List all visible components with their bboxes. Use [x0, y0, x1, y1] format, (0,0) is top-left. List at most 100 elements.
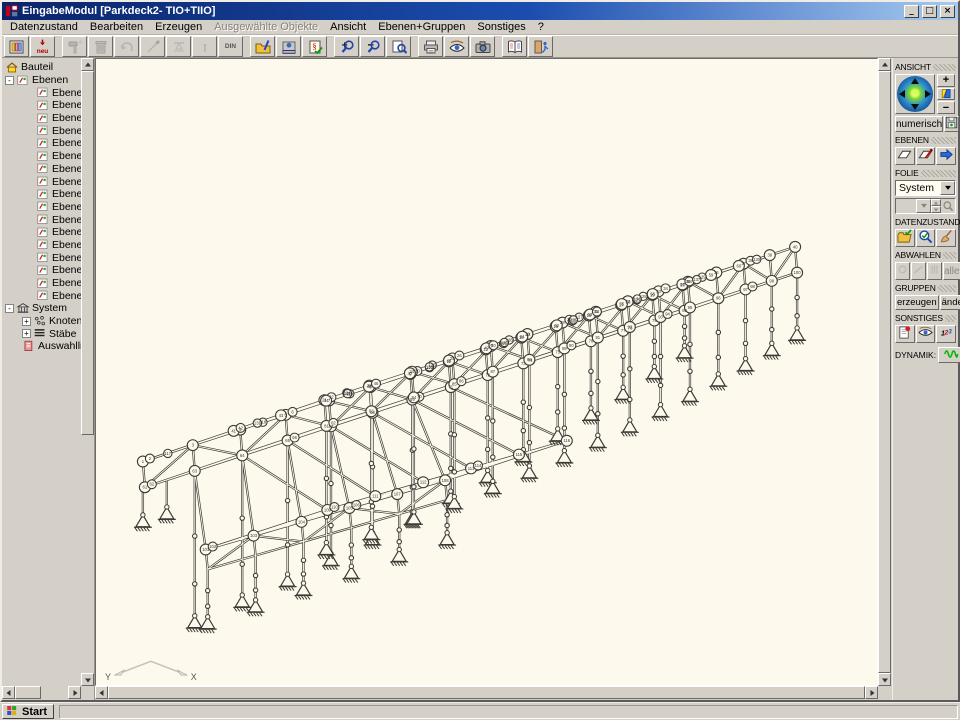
tree-item-ebene-3[interactable]: Ebene 3 [2, 112, 81, 125]
deselect-nodes-button [895, 262, 910, 280]
tree-item-ebenen[interactable]: -Ebenen [2, 74, 81, 87]
numeric-view-button[interactable]: numerisch [895, 116, 943, 132]
zoom-in-button[interactable]: + [334, 36, 359, 57]
menu-item-5[interactable]: Ebenen+Gruppen [372, 21, 471, 33]
tree-item-ebene-17[interactable]: Ebene 17 [2, 289, 81, 302]
group-create-button[interactable]: erzeugen [895, 295, 939, 310]
rotate-up-icon[interactable] [911, 78, 919, 84]
page-pink-icon [22, 340, 36, 353]
folie-combobox[interactable]: System [895, 180, 956, 196]
measure-button[interactable] [276, 36, 301, 57]
tree-item-ebene-15[interactable]: Ebene 15 [2, 264, 81, 277]
svg-text:39: 39 [767, 253, 772, 258]
minimize-button[interactable]: _ [904, 5, 919, 18]
menu-item-2[interactable]: Erzeugen [149, 21, 208, 33]
state-clean-button[interactable] [936, 229, 956, 247]
tree-item-knoten[interactable]: +Knoten [2, 315, 81, 328]
tree-item-ebene-11[interactable]: Ebene 11 [2, 213, 81, 226]
zoom-out-button[interactable]: − [937, 101, 955, 114]
state-check-button[interactable] [916, 229, 936, 247]
svg-text:33: 33 [656, 289, 661, 294]
tree-item-ebene-5[interactable]: Ebene 5 [2, 137, 81, 150]
draw-member-button [140, 36, 165, 57]
manual-button[interactable] [502, 36, 527, 57]
tree-expander[interactable]: + [22, 317, 31, 326]
tree-expander[interactable]: - [5, 304, 14, 313]
tree-item-ebene-2[interactable]: Ebene 2 [2, 99, 81, 112]
zoom-out-button[interactable]: − [360, 36, 385, 57]
folie-dropdown-icon[interactable] [940, 181, 955, 195]
view-rotate-control[interactable] [895, 74, 935, 114]
display-options-button[interactable] [916, 325, 936, 343]
arrow-right-icon [939, 147, 954, 165]
rotate-left-icon[interactable] [899, 90, 905, 98]
undo-icon [119, 39, 135, 55]
plane-edit-button[interactable] [916, 147, 936, 165]
rotate-down-icon[interactable] [911, 104, 919, 110]
canvas-vertical-scrollbar[interactable] [878, 58, 892, 686]
svg-text:117: 117 [164, 451, 171, 456]
tree-item-ebene-16[interactable]: Ebene 16 [2, 277, 81, 290]
tree-item-system[interactable]: -System [2, 302, 81, 315]
new-button[interactable]: neu [30, 36, 55, 57]
view-button[interactable] [444, 36, 469, 57]
iso-view-button[interactable] [937, 88, 955, 101]
numbering-button[interactable]: 123 [936, 325, 956, 343]
maximize-button[interactable]: □ [922, 5, 937, 18]
tree-expander[interactable]: + [22, 329, 31, 338]
save-view-button[interactable] [944, 116, 959, 132]
tree-item-label: Ebene 9 [52, 188, 81, 200]
norms-button[interactable]: § [302, 36, 327, 57]
svg-text:63: 63 [192, 468, 197, 473]
dynamik-button[interactable] [938, 347, 960, 363]
folder-edit-button[interactable] [250, 36, 275, 57]
tree-item-label: Ebene 6 [52, 150, 81, 162]
zoom-in-button[interactable]: + [937, 74, 955, 87]
print-button[interactable] [418, 36, 443, 57]
folie-selected-value: System [896, 181, 940, 195]
tree-vertical-scrollbar[interactable] [81, 58, 94, 686]
tree-item-ebene-12[interactable]: Ebene 12 [2, 226, 81, 239]
tree-item-ebene-7[interactable]: Ebene 7 [2, 163, 81, 176]
tree-item-ebene-4[interactable]: Ebene 4 [2, 124, 81, 137]
tree-item-auswahlliste[interactable]: Auswahlliste [2, 340, 81, 353]
svg-text:40: 40 [793, 244, 798, 249]
tree-item-ebene-13[interactable]: Ebene 13 [2, 239, 81, 252]
state-load-button[interactable] [895, 229, 915, 247]
tree-item-ebene-9[interactable]: Ebene 9 [2, 188, 81, 201]
menu-item-6[interactable]: Sonstiges [471, 21, 531, 33]
tree-item-ebene-6[interactable]: Ebene 6 [2, 150, 81, 163]
plane-button[interactable] [895, 147, 915, 165]
exit-button[interactable] [528, 36, 553, 57]
snapshot-button[interactable] [470, 36, 495, 57]
canvas-horizontal-scrollbar[interactable] [95, 686, 878, 700]
tree-item-ebene-1[interactable]: Ebene 1 [2, 86, 81, 99]
menu-item-4[interactable]: Ansicht [324, 21, 372, 33]
tree-item-st-be[interactable]: +Stäbe [2, 327, 81, 340]
group-modify-button[interactable]: ändern [940, 295, 960, 310]
svg-text:86: 86 [459, 379, 464, 384]
titlebar: EingabeModul [Parkdeck2- TIO+TIIO] _ □ × [2, 2, 958, 20]
tree-item-ebene-10[interactable]: Ebene 10 [2, 201, 81, 214]
menu-item-1[interactable]: Bearbeiten [84, 21, 149, 33]
tree-item-bauteil[interactable]: Bauteil [2, 61, 81, 74]
start-button[interactable]: Start [2, 704, 54, 719]
svg-text:26: 26 [457, 353, 462, 358]
close-button[interactable]: × [940, 5, 955, 18]
tree-item-ebene-14[interactable]: Ebene 14 [2, 251, 81, 264]
zoom-window-button[interactable] [386, 36, 411, 57]
rotate-right-icon[interactable] [925, 90, 931, 98]
drawing-canvas[interactable]: 1234567891011121314151617181920212223242… [95, 58, 878, 686]
pages-button[interactable] [895, 325, 915, 343]
tree-expander[interactable]: - [5, 76, 14, 85]
menu-item-7[interactable]: ? [532, 21, 550, 33]
tree-horizontal-scrollbar[interactable] [2, 686, 81, 700]
menu-item-0[interactable]: Datenzustand [4, 21, 84, 33]
tree-item-ebene-8[interactable]: Ebene 8 [2, 175, 81, 188]
sublayer-spinner [931, 199, 941, 213]
wave-icon [940, 347, 960, 364]
levels-button[interactable] [4, 36, 29, 57]
svg-text:96: 96 [716, 296, 721, 301]
taskbar: Start [0, 702, 960, 720]
plane-next-button[interactable] [936, 147, 956, 165]
